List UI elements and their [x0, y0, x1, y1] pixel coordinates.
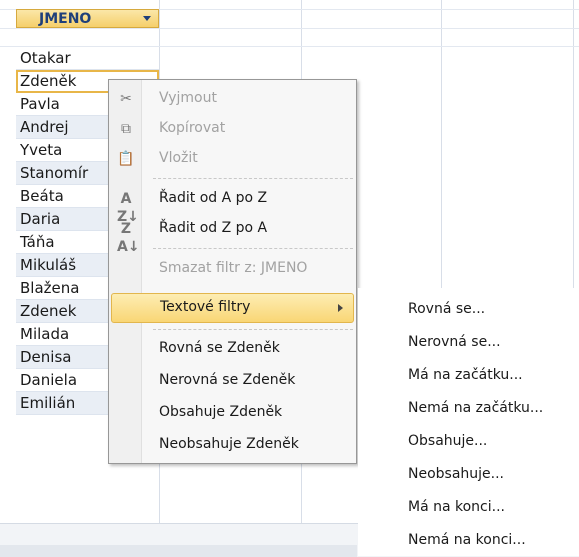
menu-item-label: Řadit od Z po A — [159, 220, 268, 236]
submenu-item-ends-with[interactable]: Má na konci... — [408, 499, 505, 515]
menu-separator — [153, 329, 353, 330]
column-header-label: JMENO — [39, 11, 92, 27]
column-header-jmeno[interactable]: JMENO — [16, 9, 159, 28]
menu-item-text-filters[interactable]: Textové filtry — [111, 293, 354, 323]
submenu-item-not-contains[interactable]: Neobsahuje... — [408, 466, 504, 482]
menu-item-label: Smazat filtr z: JMENO — [159, 260, 308, 276]
sort-za-icon: Z A↓ — [117, 221, 140, 255]
sort-az-icon: A Z↓ — [117, 191, 139, 225]
menu-item-label: Řadit od A po Z — [159, 190, 268, 206]
menu-item-label: Vložit — [159, 150, 198, 166]
table-row[interactable]: Otakar — [16, 47, 159, 70]
menu-item-label: Neobsahuje Zdeněk — [159, 436, 299, 452]
menu-separator — [153, 248, 353, 249]
menu-item-label: Textové filtry — [160, 299, 251, 315]
submenu-item-begins-with[interactable]: Má na začátku... — [408, 367, 523, 383]
copy-icon: ⧉ — [121, 121, 131, 137]
menu-separator — [153, 178, 353, 179]
menu-item-paste: 📋 Vložit — [109, 144, 356, 174]
menu-item-not-equals[interactable]: Nerovná se Zdeněk — [109, 366, 356, 396]
grid-line — [0, 28, 579, 29]
text-filters-submenu: Rovná se... Nerovná se... Má na začátku.… — [358, 288, 579, 556]
paste-icon: 📋 — [117, 151, 135, 167]
menu-item-label: Kopírovat — [159, 120, 226, 136]
menu-item-label: Obsahuje Zdeněk — [159, 404, 283, 420]
submenu-arrow-icon — [338, 304, 343, 312]
menu-item-label: Rovná se Zdeněk — [159, 340, 280, 356]
menu-item-sort-desc[interactable]: Z A↓ Řadit od Z po A — [109, 214, 356, 255]
menu-item-equals[interactable]: Rovná se Zdeněk — [109, 334, 356, 364]
submenu-item-not-ends-with[interactable]: Nemá na konci... — [408, 532, 526, 548]
submenu-item-not-equals[interactable]: Nerovná se... — [408, 334, 501, 350]
context-menu: ✂ Vyjmout ⧉ Kopírovat 📋 Vložit A Z↓ Řadit… — [108, 79, 357, 464]
scissors-icon: ✂ — [120, 91, 132, 107]
menu-item-label: Nerovná se Zdeněk — [159, 372, 296, 388]
menu-item-not-contains[interactable]: Neobsahuje Zdeněk — [109, 430, 356, 460]
menu-item-label: Vyjmout — [159, 90, 217, 106]
menu-item-sort-asc[interactable]: A Z↓ Řadit od A po Z — [109, 184, 356, 225]
filter-dropdown-icon[interactable] — [143, 16, 151, 21]
submenu-item-not-begins-with[interactable]: Nemá na začátku... — [408, 400, 543, 416]
menu-item-contains[interactable]: Obsahuje Zdeněk — [109, 398, 356, 428]
menu-item-copy: ⧉ Kopírovat — [109, 114, 356, 144]
menu-item-clear-filter: Smazat filtr z: JMENO — [109, 254, 356, 284]
submenu-item-equals[interactable]: Rovná se... — [408, 301, 485, 317]
menu-item-cut: ✂ Vyjmout — [109, 84, 356, 114]
submenu-item-contains[interactable]: Obsahuje... — [408, 433, 487, 449]
scrollbar-track[interactable] — [0, 545, 357, 557]
